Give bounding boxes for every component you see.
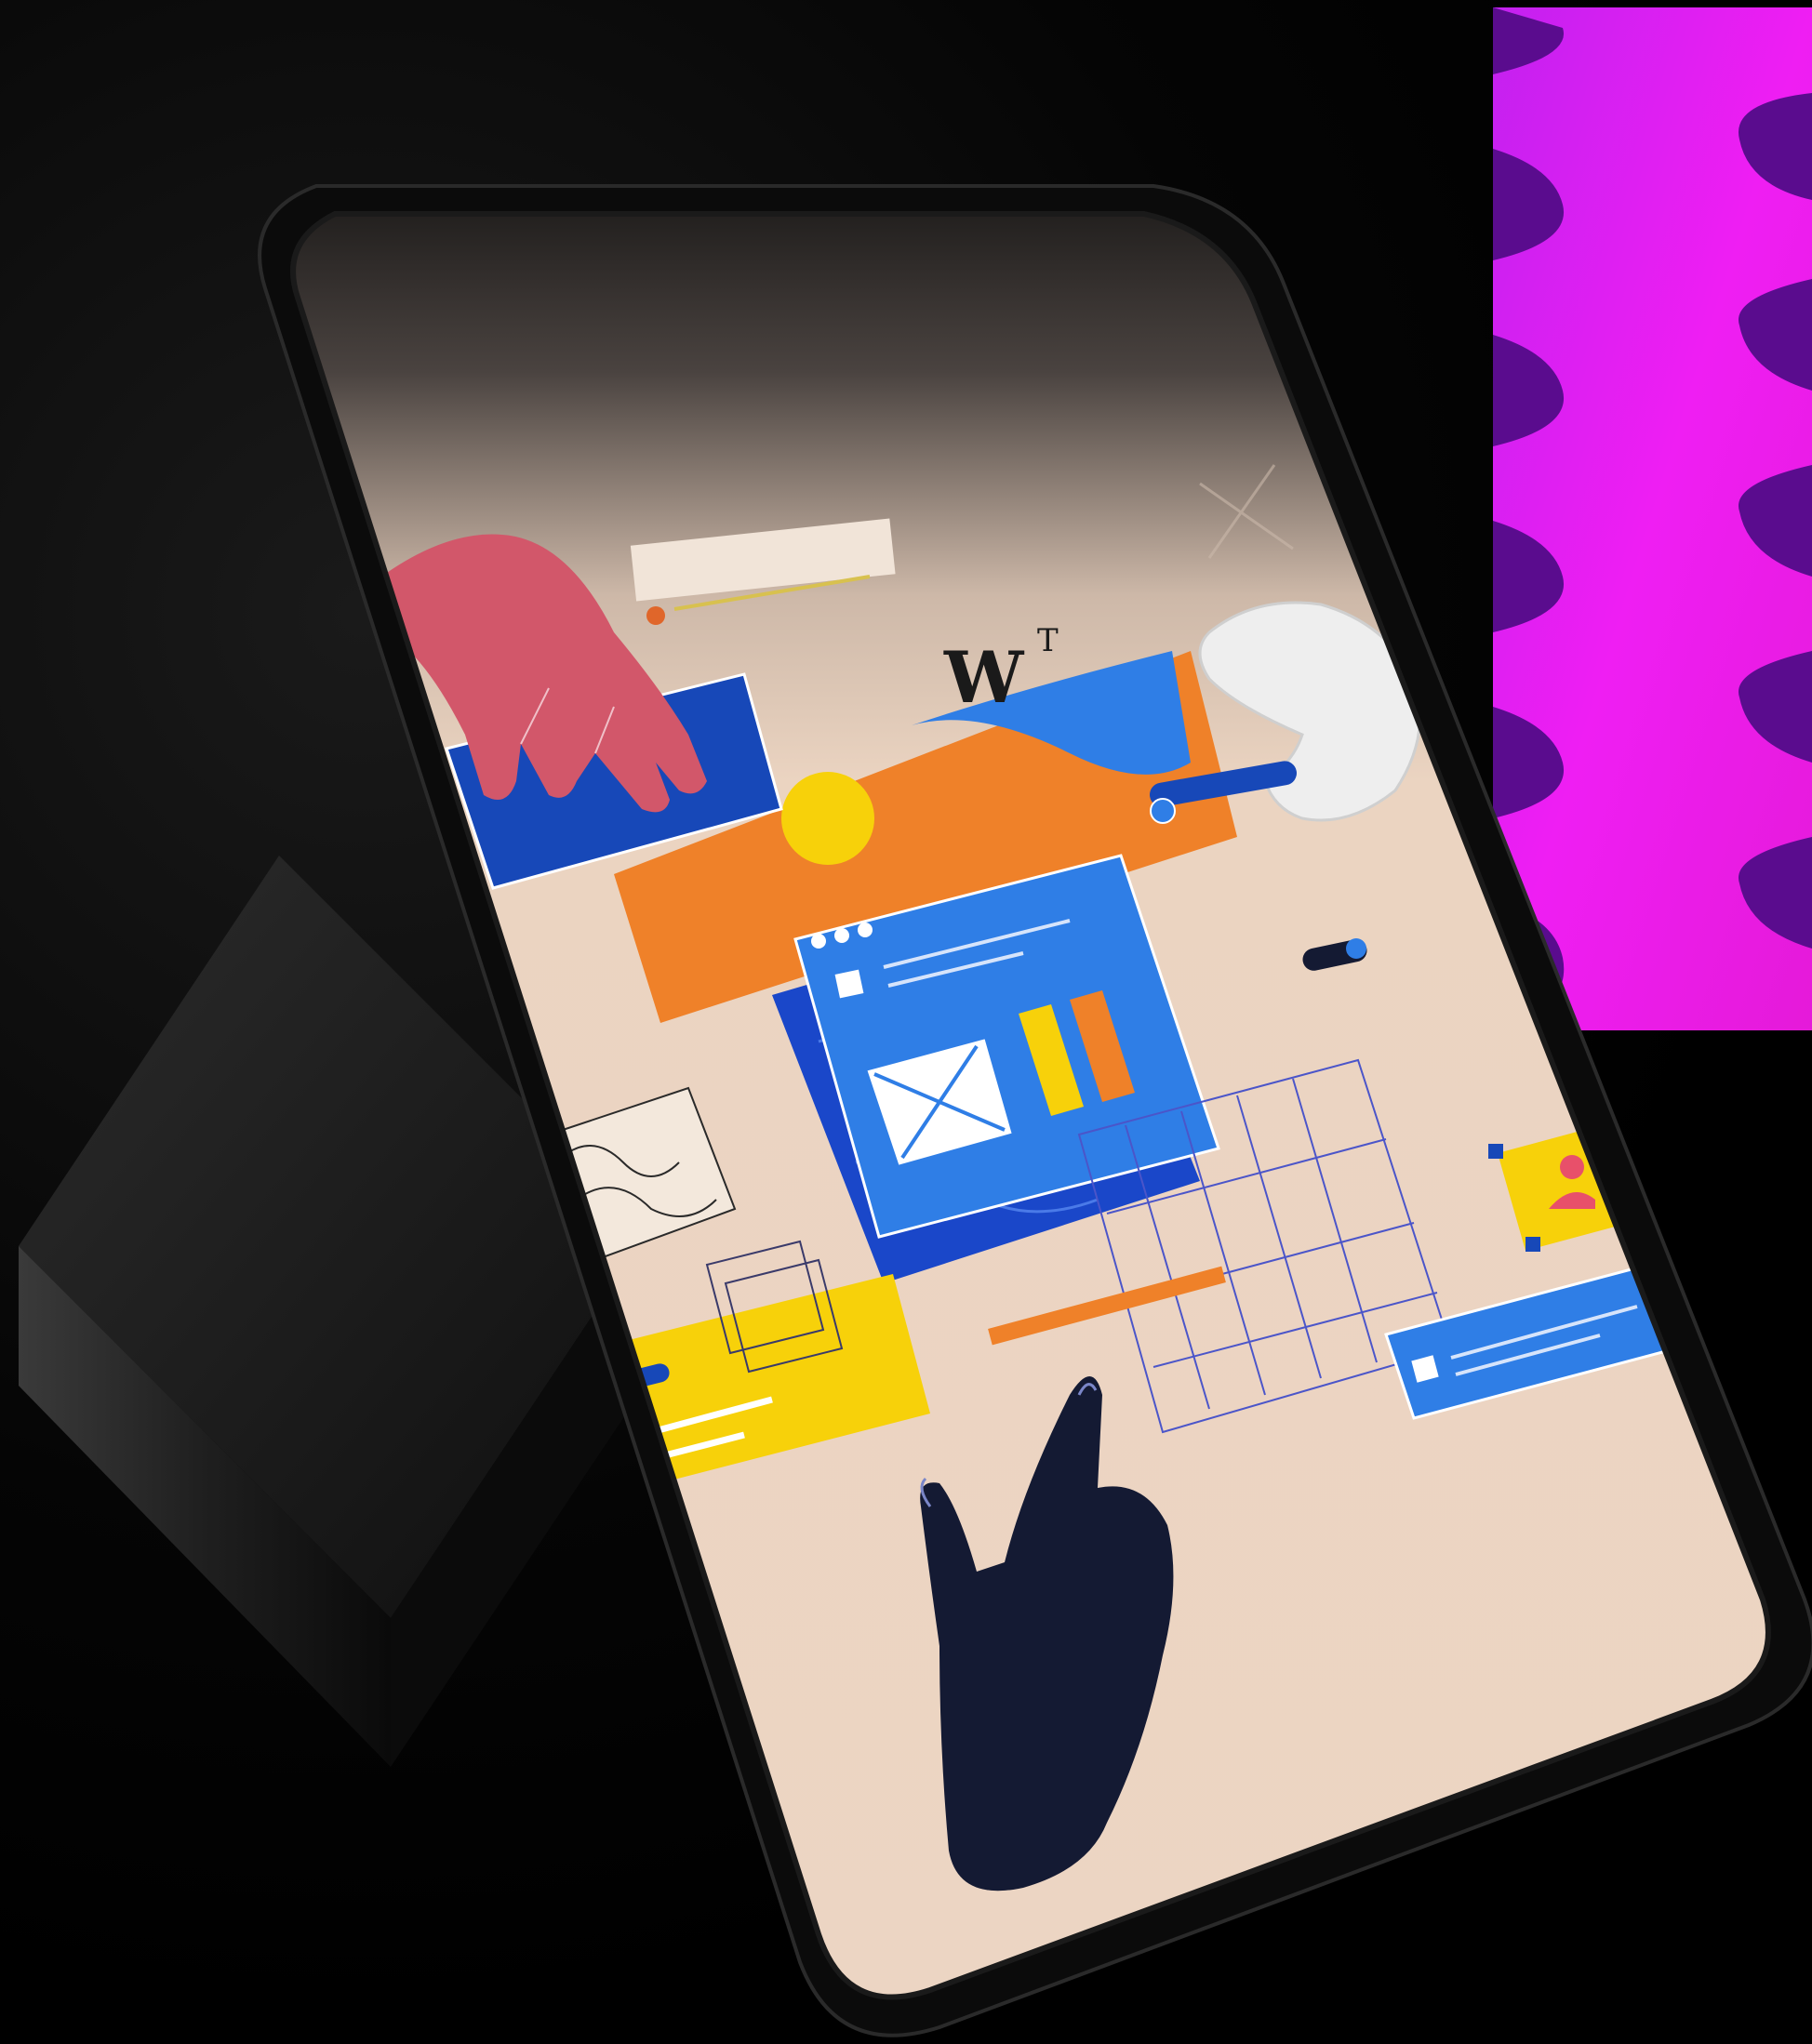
scene-stage: W T xyxy=(0,0,1812,2044)
logo-letter: W xyxy=(943,636,1025,719)
phone-illustration-scene: W T xyxy=(19,7,1812,2037)
logo-superscript: T xyxy=(1037,622,1059,659)
magenta-wave-panel xyxy=(1493,7,1812,1030)
user-avatar-icon xyxy=(1560,1155,1584,1179)
